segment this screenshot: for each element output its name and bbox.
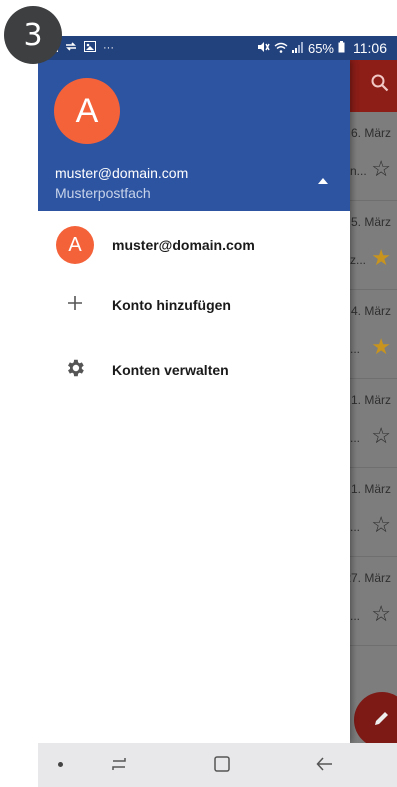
mail-date: 4. März bbox=[350, 304, 391, 318]
mail-date: 1. März bbox=[350, 482, 391, 496]
signal-icon bbox=[291, 41, 304, 56]
mute-icon bbox=[257, 41, 270, 56]
account-switcher-arrow-icon[interactable] bbox=[318, 178, 328, 184]
recent-apps-icon[interactable] bbox=[110, 755, 128, 778]
back-icon[interactable] bbox=[316, 755, 334, 778]
phone-screen: ··· 65% 11:06 6. März n... ☆ 5. März z..… bbox=[38, 36, 397, 787]
drawer-item-add-account[interactable]: Konto hinzufügen bbox=[38, 280, 350, 330]
star-outline-icon[interactable]: ☆ bbox=[371, 512, 391, 538]
compose-button[interactable] bbox=[354, 692, 397, 748]
star-filled-icon[interactable]: ★ bbox=[371, 245, 391, 271]
wifi-icon bbox=[274, 41, 288, 56]
sync-notification-icon bbox=[65, 41, 77, 55]
drawer-item-label: muster@domain.com bbox=[112, 237, 255, 253]
clock: 11:06 bbox=[353, 40, 387, 56]
mail-preview: n... bbox=[350, 164, 367, 178]
battery-percent: 65% bbox=[307, 40, 334, 56]
account-email: muster@domain.com bbox=[55, 165, 189, 181]
mail-date: 1. März bbox=[350, 393, 391, 407]
navigation-drawer: A muster@domain.com Musterpostfach A mus… bbox=[38, 60, 350, 743]
mail-date: 6. März bbox=[350, 126, 391, 140]
mail-preview: z... bbox=[350, 253, 367, 267]
nav-indicator-dot bbox=[58, 762, 63, 767]
drawer-item-label: Konto hinzufügen bbox=[112, 297, 231, 313]
gear-icon bbox=[64, 357, 86, 384]
pencil-icon bbox=[373, 707, 391, 733]
mail-date: 5. März bbox=[350, 215, 391, 229]
gallery-notification-icon bbox=[84, 41, 96, 55]
account-header[interactable]: A muster@domain.com Musterpostfach bbox=[38, 60, 350, 211]
step-number-badge: 3 bbox=[4, 6, 62, 64]
avatar: A bbox=[56, 226, 94, 264]
account-name: Musterpostfach bbox=[55, 185, 151, 201]
mail-preview: ... bbox=[350, 520, 361, 534]
drawer-item-manage-accounts[interactable]: Konten verwalten bbox=[38, 345, 350, 395]
star-filled-icon[interactable]: ★ bbox=[371, 334, 391, 360]
battery-icon bbox=[338, 40, 345, 56]
system-navigation-bar bbox=[38, 743, 397, 787]
mail-date: 27. März bbox=[344, 571, 391, 585]
star-outline-icon[interactable]: ☆ bbox=[371, 423, 391, 449]
star-outline-icon[interactable]: ☆ bbox=[371, 156, 391, 182]
plus-icon bbox=[67, 295, 83, 316]
status-bar: ··· 65% 11:06 bbox=[38, 36, 397, 60]
search-icon[interactable] bbox=[371, 74, 389, 98]
avatar[interactable]: A bbox=[54, 78, 120, 144]
star-outline-icon[interactable]: ☆ bbox=[371, 601, 391, 627]
mail-preview: ... bbox=[350, 431, 361, 445]
drawer-item-label: Konten verwalten bbox=[112, 362, 229, 378]
mail-preview: ... bbox=[350, 609, 361, 623]
drawer-item-account[interactable]: A muster@domain.com bbox=[38, 220, 350, 270]
mail-preview: ... bbox=[350, 342, 361, 356]
more-notifications-icon: ··· bbox=[103, 42, 114, 54]
home-icon[interactable] bbox=[213, 755, 231, 778]
